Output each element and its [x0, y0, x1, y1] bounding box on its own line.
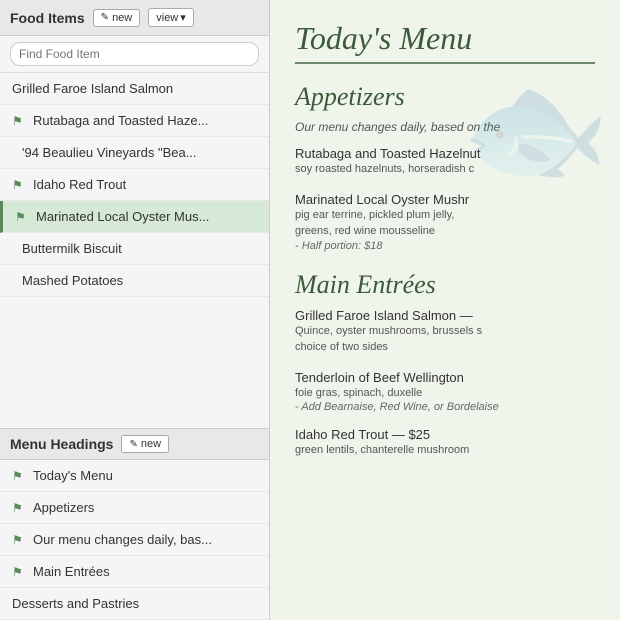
menu-item-name: Marinated Local Oyster Mushr: [295, 192, 595, 207]
food-item-idaho-trout[interactable]: ⚑ Idaho Red Trout: [0, 169, 269, 201]
menu-item-desc2: greens, red wine mousseline: [295, 223, 595, 240]
menu-item-name: Rutabaga and Toasted Hazelnut: [295, 146, 595, 161]
menu-item: Tenderloin of Beef Wellingtonfoie gras, …: [295, 370, 595, 414]
heading-icon: ⚑: [12, 565, 28, 579]
menu-item-name: Grilled Faroe Island Salmon —: [295, 308, 595, 323]
food-item-beaulieu[interactable]: '94 Beaulieu Vineyards "Bea...: [0, 137, 269, 169]
menu-heading-main-entrees[interactable]: ⚑ Main Entrées: [0, 556, 269, 588]
menu-heading-label: Today's Menu: [33, 468, 113, 483]
food-item-label: Buttermilk Biscuit: [22, 241, 122, 256]
menu-headings-new-button[interactable]: ✎ new: [121, 435, 169, 453]
search-input[interactable]: [10, 42, 259, 66]
section-heading-main-entrees: Main Entrées: [295, 270, 595, 300]
chevron-down-icon: ▾: [180, 11, 186, 24]
menu-item-desc: Quince, oyster mushrooms, brussels s: [295, 323, 595, 340]
food-item-label: '94 Beaulieu Vineyards "Bea...: [22, 145, 197, 160]
food-items-header: Food Items ✎ new view ▾: [0, 0, 269, 36]
menu-item-sub: - Add Bearnaise, Red Wine, or Bordelaise: [295, 401, 595, 413]
section-intro: Our menu changes daily, based on the: [295, 120, 595, 134]
menu-headings-list: ⚑ Today's Menu ⚑ Appetizers ⚑ Our menu change…: [0, 460, 269, 620]
edit-icon-2: ✎: [129, 439, 137, 450]
heading-icon: ⚑: [12, 533, 28, 547]
menu-item-desc: soy roasted hazelnuts, horseradish c: [295, 161, 595, 178]
food-items-new-button[interactable]: ✎ new: [93, 9, 141, 27]
menu-heading-our-menu[interactable]: ⚑ Our menu changes daily, bas...: [0, 524, 269, 556]
menu-heading-label: Main Entrées: [33, 564, 110, 579]
menu-item: Idaho Red Trout — $25green lentils, chan…: [295, 427, 595, 459]
menu-content: Appetizers Our menu changes daily, based …: [295, 82, 595, 459]
menu-heading-appetizers[interactable]: ⚑ Appetizers: [0, 492, 269, 524]
menu-item-desc: green lentils, chanterelle mushroom: [295, 442, 595, 459]
food-icon: ⚑: [12, 178, 28, 192]
edit-icon: ✎: [101, 12, 109, 23]
menu-heading-label: Desserts and Pastries: [12, 596, 139, 611]
food-items-view-button[interactable]: view ▾: [148, 8, 194, 27]
food-item-buttermilk[interactable]: Buttermilk Biscuit: [0, 233, 269, 265]
food-item-grilled-faroe[interactable]: Grilled Faroe Island Salmon: [0, 73, 269, 105]
menu-heading-label: Our menu changes daily, bas...: [33, 532, 212, 547]
menu-heading-desserts[interactable]: Desserts and Pastries: [0, 588, 269, 620]
food-item-oyster[interactable]: ⚑ Marinated Local Oyster Mus...: [0, 201, 269, 233]
menu-item-desc2: choice of two sides: [295, 339, 595, 356]
food-items-list: Grilled Faroe Island Salmon ⚑ Rutabaga and…: [0, 73, 269, 429]
food-icon: ⚑: [12, 114, 28, 128]
food-item-label: Marinated Local Oyster Mus...: [36, 209, 209, 224]
food-item-label: Mashed Potatoes: [22, 273, 123, 288]
food-item-label: Idaho Red Trout: [33, 177, 126, 192]
menu-item: Marinated Local Oyster Mushrpig ear terr…: [295, 192, 595, 252]
menu-item-name: Idaho Red Trout — $25: [295, 427, 595, 442]
food-item-label: Rutabaga and Toasted Haze...: [33, 113, 208, 128]
food-item-mashed[interactable]: Mashed Potatoes: [0, 265, 269, 297]
menu-item: Rutabaga and Toasted Hazelnutsoy roasted…: [295, 146, 595, 178]
menu-item-desc: pig ear terrine, pickled plum jelly,: [295, 207, 595, 224]
heading-icon: ⚑: [12, 501, 28, 515]
food-item-rutabaga[interactable]: ⚑ Rutabaga and Toasted Haze...: [0, 105, 269, 137]
right-panel: 🐟 Today's Menu AppetizersOur menu change…: [270, 0, 620, 620]
search-box: [0, 36, 269, 73]
section-heading-appetizers: Appetizers: [295, 82, 595, 112]
food-icon: ⚑: [15, 210, 31, 224]
menu-headings-section-header: Menu Headings ✎ new: [0, 429, 269, 460]
menu-item-sub: - Half portion: $18: [295, 240, 595, 252]
menu-item-desc: foie gras, spinach, duxelle: [295, 385, 595, 402]
menu-item-name: Tenderloin of Beef Wellington: [295, 370, 595, 385]
menu-heading-todays-menu[interactable]: ⚑ Today's Menu: [0, 460, 269, 492]
left-panel: Food Items ✎ new view ▾ Grilled Faroe Is…: [0, 0, 270, 620]
heading-icon: ⚑: [12, 469, 28, 483]
menu-title: Today's Menu: [295, 20, 595, 64]
menu-headings-title: Menu Headings: [10, 436, 113, 452]
food-item-label: Grilled Faroe Island Salmon: [12, 81, 173, 96]
menu-item: Grilled Faroe Island Salmon —Quince, oys…: [295, 308, 595, 356]
food-items-title: Food Items: [10, 10, 85, 26]
menu-heading-label: Appetizers: [33, 500, 94, 515]
